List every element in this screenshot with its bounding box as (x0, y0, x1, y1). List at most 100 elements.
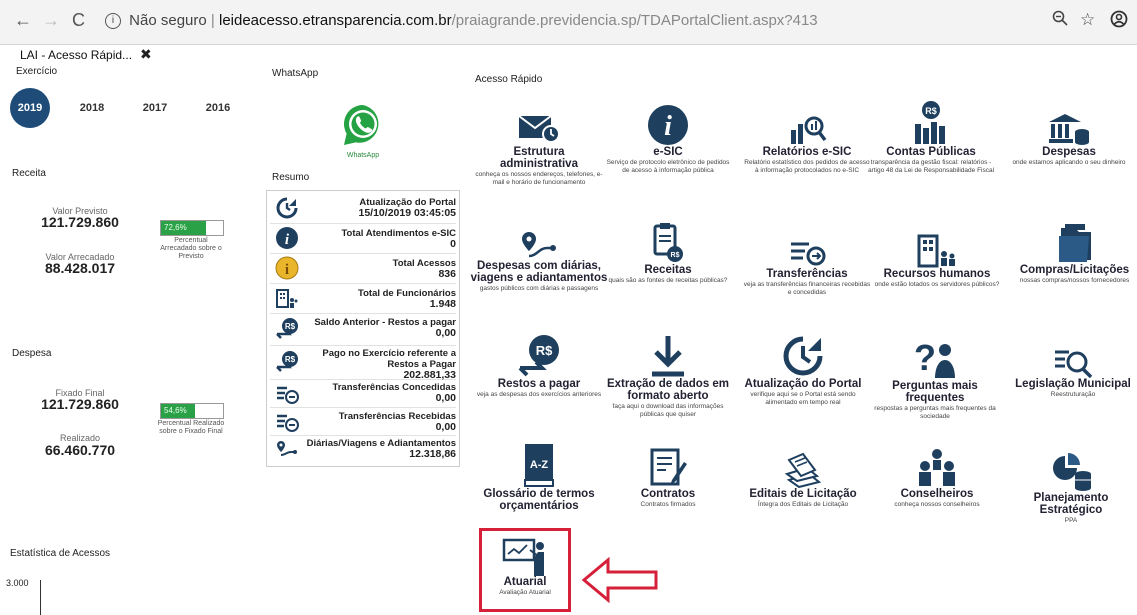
tile-compras-licitacoes[interactable]: Compras/Licitações nossas compras/nossos… (1012, 218, 1137, 285)
receita-label: Receita (12, 168, 46, 179)
building-people-icon (274, 285, 300, 311)
mail-clock-icon (474, 100, 604, 146)
tile-desc: veja as despesas dos exercícios anterior… (476, 391, 602, 398)
tile-extracao-dados[interactable]: Extração de dados em formato aberto faça… (603, 332, 733, 418)
despesa-progress-caption: Percentual Realizado sobre o Fixado Fina… (157, 420, 225, 435)
building-people-icon (872, 222, 1002, 268)
receita-progress-bar: 72,6% (160, 220, 224, 236)
resumo-value-8: 12.318,86 (409, 448, 456, 460)
download-icon (603, 332, 733, 378)
tile-title: Despesas (1042, 146, 1096, 158)
reload-icon[interactable]: C (72, 10, 85, 31)
tile-transferencias[interactable]: Transferências veja as transferências fi… (742, 222, 872, 296)
stats-axis-top-label: 3.000 (6, 578, 29, 588)
tile-desc: respostas a perguntas mais frequentes da… (874, 405, 996, 420)
pointer-arrow-icon (580, 556, 660, 609)
resumo-value-2: 836 (438, 268, 456, 280)
tile-recursos-humanos[interactable]: Recursos humanos onde estão lotados os s… (872, 222, 1002, 289)
tile-atuarial[interactable]: Atuarial Avaliação Atuarial (482, 534, 568, 597)
year-2016-button[interactable]: 2016 (198, 88, 238, 128)
resumo-value-0: 15/10/2019 03:45:05 (358, 207, 457, 219)
money-back-icon: R$ (474, 332, 604, 378)
tile-desc: transparência da gestão fiscal: relatóri… (867, 159, 995, 174)
resumo-row: i Total Atendimentos e-SIC 0 (270, 223, 456, 254)
team-icon (872, 442, 1002, 488)
resumo-row: R$ Saldo Anterior - Restos a pagar 0,00 (270, 313, 456, 346)
tile-atualizacao-portal[interactable]: Atualização do Portal verifique aqui se … (738, 332, 868, 406)
despesa-label: Despesa (12, 348, 52, 359)
money-back-icon: R$ (274, 349, 300, 375)
security-label: Não seguro (129, 12, 207, 29)
year-2017-button[interactable]: 2017 (135, 88, 175, 128)
tile-desc: gastos públicos com diárias e passagens (479, 285, 599, 292)
tile-conselheiros[interactable]: Conselheiros conheça nossos conselheiros (872, 442, 1002, 509)
tile-title: Transferências (766, 268, 848, 280)
tile-esic[interactable]: i e-SIC Serviço de protocolo eletrônico … (603, 100, 733, 174)
tile-planejamento-estrategico[interactable]: Planejamento Estratégico PPA (1008, 446, 1134, 525)
tile-desc: onde estamos aplicando o seu dinheiro (1012, 159, 1126, 166)
page-tab-title[interactable]: LAI - Acesso Rápid... (20, 48, 132, 62)
tile-desc: quais são as fontes de receitas públicas… (608, 277, 728, 284)
acesso-rapido-label: Acesso Rápido (475, 74, 543, 85)
tile-glossario[interactable]: A-Z Glossário de termos orçamentários (474, 440, 604, 513)
tile-title: Contratos (640, 488, 696, 500)
svg-text:R$: R$ (671, 252, 680, 259)
tile-estrutura-administrativa[interactable]: Estrutura administrativa conheça os noss… (474, 100, 604, 186)
tile-desc: Reestruturação (1050, 391, 1096, 398)
despesa-progress-bar: 54,6% (160, 403, 224, 419)
tile-desc: veja as transferências financeiras receb… (743, 281, 871, 296)
resumo-value-7: 0,00 (435, 421, 456, 433)
tile-receitas[interactable]: R$ Receitas quais são as fontes de recei… (603, 218, 733, 285)
svg-text:R$: R$ (925, 106, 937, 116)
info-yellow-icon: i (274, 255, 300, 281)
year-2018-button[interactable]: 2018 (72, 88, 112, 128)
refresh-clock-icon (738, 332, 868, 378)
tile-contas-publicas[interactable]: R$ Contas Públicas transparência da gest… (866, 100, 996, 174)
tile-desc: nossas compras/nossos fornecedores (1019, 277, 1130, 284)
resumo-row: i Total Acessos 836 (270, 253, 456, 284)
tile-desc: Avaliação Atuarial (499, 589, 551, 596)
tile-editais-licitacao[interactable]: Editais de Licitação Íntegra dos Editais… (738, 442, 868, 509)
list-search-icon (1010, 332, 1136, 378)
bookmark-star-icon[interactable]: ☆ (1080, 10, 1095, 30)
tile-despesas[interactable]: Despesas onde estamos aplicando o seu di… (1004, 100, 1134, 167)
year-2019-button[interactable]: 2019 (10, 88, 50, 128)
tile-title: Relatórios e-SIC (762, 146, 852, 158)
valor-arrecadado-value: 88.428.017 (44, 260, 116, 276)
tile-perguntas-frequentes[interactable]: ? Perguntas mais frequentes respostas a … (870, 334, 1000, 420)
money-back-icon: R$ (274, 316, 300, 342)
zoom-icon[interactable] (1052, 10, 1068, 31)
svg-text:R$: R$ (285, 355, 296, 364)
resumo-value-3: 1.948 (429, 298, 456, 310)
question-person-icon: ? (870, 334, 1000, 380)
forward-icon[interactable]: → (42, 10, 60, 31)
resumo-row: R$ Pago no Exercício referente a Restos … (270, 345, 456, 381)
tile-despesas-diarias[interactable]: Despesas com diárias, viagens e adiantam… (470, 220, 608, 293)
tile-contratos[interactable]: Contratos Contratos firmados (603, 442, 733, 509)
svg-text:A-Z: A-Z (530, 459, 549, 471)
papers-stack-icon (738, 442, 868, 488)
svg-text:R$: R$ (285, 322, 296, 331)
tile-desc: Íntegra dos Editais de Licitação (757, 501, 849, 508)
tile-title: Legislação Municipal (1015, 378, 1131, 390)
back-icon[interactable]: ← (14, 10, 32, 31)
info-circle-icon: i (274, 225, 300, 251)
resumo-label-1: Total Atendimentos e-SIC (341, 228, 456, 239)
resumo-row: Transferências Concedidas 0,00 (270, 379, 456, 408)
whatsapp-icon[interactable] (340, 102, 386, 153)
svg-text:i: i (664, 111, 672, 142)
document-money-icon: R$ (603, 218, 733, 264)
receita-progress-caption: Percentual Arrecadado sobre o Previsto (160, 237, 222, 260)
transfer-icon (742, 222, 872, 268)
address-bar[interactable]: i Não seguro | leideacesso.etransparenci… (105, 9, 985, 33)
tile-title: Atualização do Portal (744, 378, 862, 390)
book-az-icon: A-Z (474, 440, 604, 488)
tile-restos-a-pagar[interactable]: R$ Restos a pagar veja as despesas dos e… (474, 332, 604, 399)
resumo-row: Total de Funcionários 1.948 (270, 283, 456, 314)
close-tab-icon[interactable]: ✖ (140, 46, 152, 63)
tile-title: Planejamento Estratégico (1033, 492, 1109, 516)
whatsapp-label: WhatsApp (272, 68, 319, 79)
tile-legislacao-municipal[interactable]: Legislação Municipal Reestruturação (1010, 332, 1136, 399)
account-icon[interactable] (1110, 10, 1128, 33)
tile-relatorios-esic[interactable]: Relatórios e-SIC Relatório estatístico d… (742, 100, 872, 174)
